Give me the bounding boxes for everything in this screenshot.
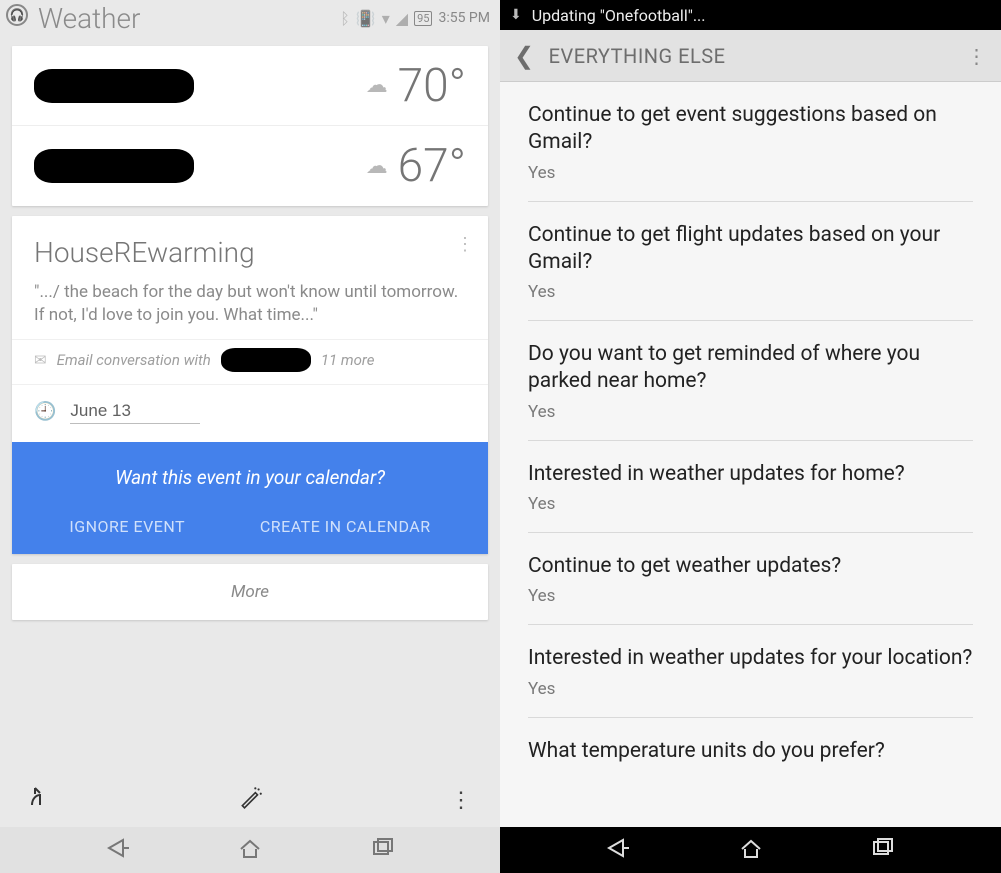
redacted-location-2	[34, 149, 194, 183]
card-menu-icon[interactable]: ⋮	[456, 234, 474, 255]
weather-card[interactable]: ☁ 70° ☁ 67°	[12, 46, 488, 206]
back-icon[interactable]	[603, 833, 633, 867]
temp-1: 70°	[398, 59, 466, 113]
status-time: 3:55 PM	[438, 10, 490, 26]
header-menu-icon[interactable]: ⋮	[967, 44, 988, 68]
home-icon[interactable]	[736, 833, 766, 867]
setting-answer: Yes	[528, 163, 973, 183]
customize-icon[interactable]	[238, 784, 264, 816]
settings-header: ❮ EVERYTHING ELSE ⋮	[500, 30, 1001, 82]
setting-question: What temperature units do you prefer?	[528, 738, 973, 765]
event-prompt: Want this event in your calendar?	[32, 466, 468, 489]
event-meta: ✉ Email conversation with 11 more	[12, 339, 488, 385]
setting-question: Continue to get flight updates based on …	[528, 222, 973, 277]
setting-question: Interested in weather updates for home?	[528, 461, 973, 488]
setting-item[interactable]: Continue to get event suggestions based …	[528, 82, 973, 202]
redacted-location-1	[34, 69, 194, 103]
event-body: ".../ the beach for the day but won't kn…	[12, 281, 488, 339]
setting-item[interactable]: Interested in weather updates for home? …	[528, 441, 973, 533]
event-date-row: 🕘	[12, 385, 488, 442]
setting-item[interactable]: Continue to get flight updates based on …	[528, 202, 973, 322]
setting-question: Interested in weather updates for your l…	[528, 645, 973, 672]
overflow-menu-icon[interactable]: ⋮	[450, 788, 472, 813]
header-title: EVERYTHING ELSE	[549, 44, 726, 68]
temp-2: 67°	[398, 139, 466, 193]
weather-row-1[interactable]: ☁ 70°	[12, 46, 488, 126]
ignore-event-button[interactable]: IGNORE EVENT	[69, 517, 185, 536]
setting-answer: Yes	[528, 494, 973, 514]
status-text: Updating "Onefootball"...	[532, 6, 706, 25]
download-icon: ⬇	[510, 7, 522, 23]
setting-answer: Yes	[528, 586, 973, 606]
mail-icon: ✉	[34, 351, 47, 369]
setting-item[interactable]: Do you want to get reminded of where you…	[528, 321, 973, 441]
status-bar-left: Weather ᛒ 📳 ▾ ◢ 95 3:55 PM	[0, 0, 500, 36]
signal-icon: ◢	[396, 9, 408, 28]
right-screen: ⬇ Updating "Onefootball"... ❮ EVERYTHING…	[500, 0, 1001, 873]
meta-prefix: Email conversation with	[57, 351, 211, 369]
event-action-panel: Want this event in your calendar? IGNORE…	[12, 442, 488, 554]
setting-answer: Yes	[528, 282, 973, 302]
cloud-icon: ☁	[366, 154, 388, 179]
event-title: HouseREwarming	[12, 216, 488, 281]
event-date-input[interactable]	[70, 399, 200, 424]
status-icons: ᛒ 📳 ▾ ◢ 95 3:55 PM	[340, 9, 490, 28]
setting-question: Continue to get weather updates?	[528, 553, 973, 580]
wifi-icon: ▾	[382, 9, 390, 28]
back-icon[interactable]	[103, 833, 133, 867]
redacted-contact	[221, 348, 311, 372]
cloud-icon: ☁	[366, 73, 388, 98]
reminder-icon[interactable]	[28, 785, 52, 815]
weather-title: Weather	[10, 2, 340, 35]
meta-suffix: 11 more	[321, 351, 375, 369]
setting-item[interactable]: Continue to get weather updates? Yes	[528, 533, 973, 625]
create-calendar-button[interactable]: CREATE IN CALENDAR	[260, 517, 431, 536]
setting-answer: Yes	[528, 679, 973, 699]
more-button[interactable]: More	[12, 564, 488, 620]
left-screen: 🎧 Weather ᛒ 📳 ▾ ◢ 95 3:55 PM ☁ 70° ☁ 67°…	[0, 0, 500, 873]
clock-icon: 🕘	[34, 401, 56, 422]
music-icon: 🎧	[6, 4, 28, 26]
nav-bar	[500, 827, 1001, 873]
recent-icon[interactable]	[868, 833, 898, 867]
recent-icon[interactable]	[368, 833, 398, 867]
bluetooth-icon: ᛒ	[340, 9, 350, 28]
battery-icon: 95	[414, 11, 432, 26]
status-bar-right: ⬇ Updating "Onefootball"...	[500, 0, 1001, 30]
setting-answer: Yes	[528, 402, 973, 422]
setting-question: Continue to get event suggestions based …	[528, 102, 973, 157]
weather-row-2[interactable]: ☁ 67°	[12, 126, 488, 206]
nav-bar	[0, 827, 500, 873]
setting-question: Do you want to get reminded of where you…	[528, 341, 973, 396]
back-chevron-icon[interactable]: ❮	[514, 42, 535, 70]
setting-item[interactable]: What temperature units do you prefer?	[528, 718, 973, 765]
event-card: ⋮ HouseREwarming ".../ the beach for the…	[12, 216, 488, 554]
setting-item[interactable]: Interested in weather updates for your l…	[528, 625, 973, 717]
settings-list[interactable]: Continue to get event suggestions based …	[500, 82, 1001, 827]
home-icon[interactable]	[235, 833, 265, 867]
vibrate-icon: 📳	[356, 9, 376, 28]
google-now-bottom-bar: ⋮	[0, 773, 500, 827]
